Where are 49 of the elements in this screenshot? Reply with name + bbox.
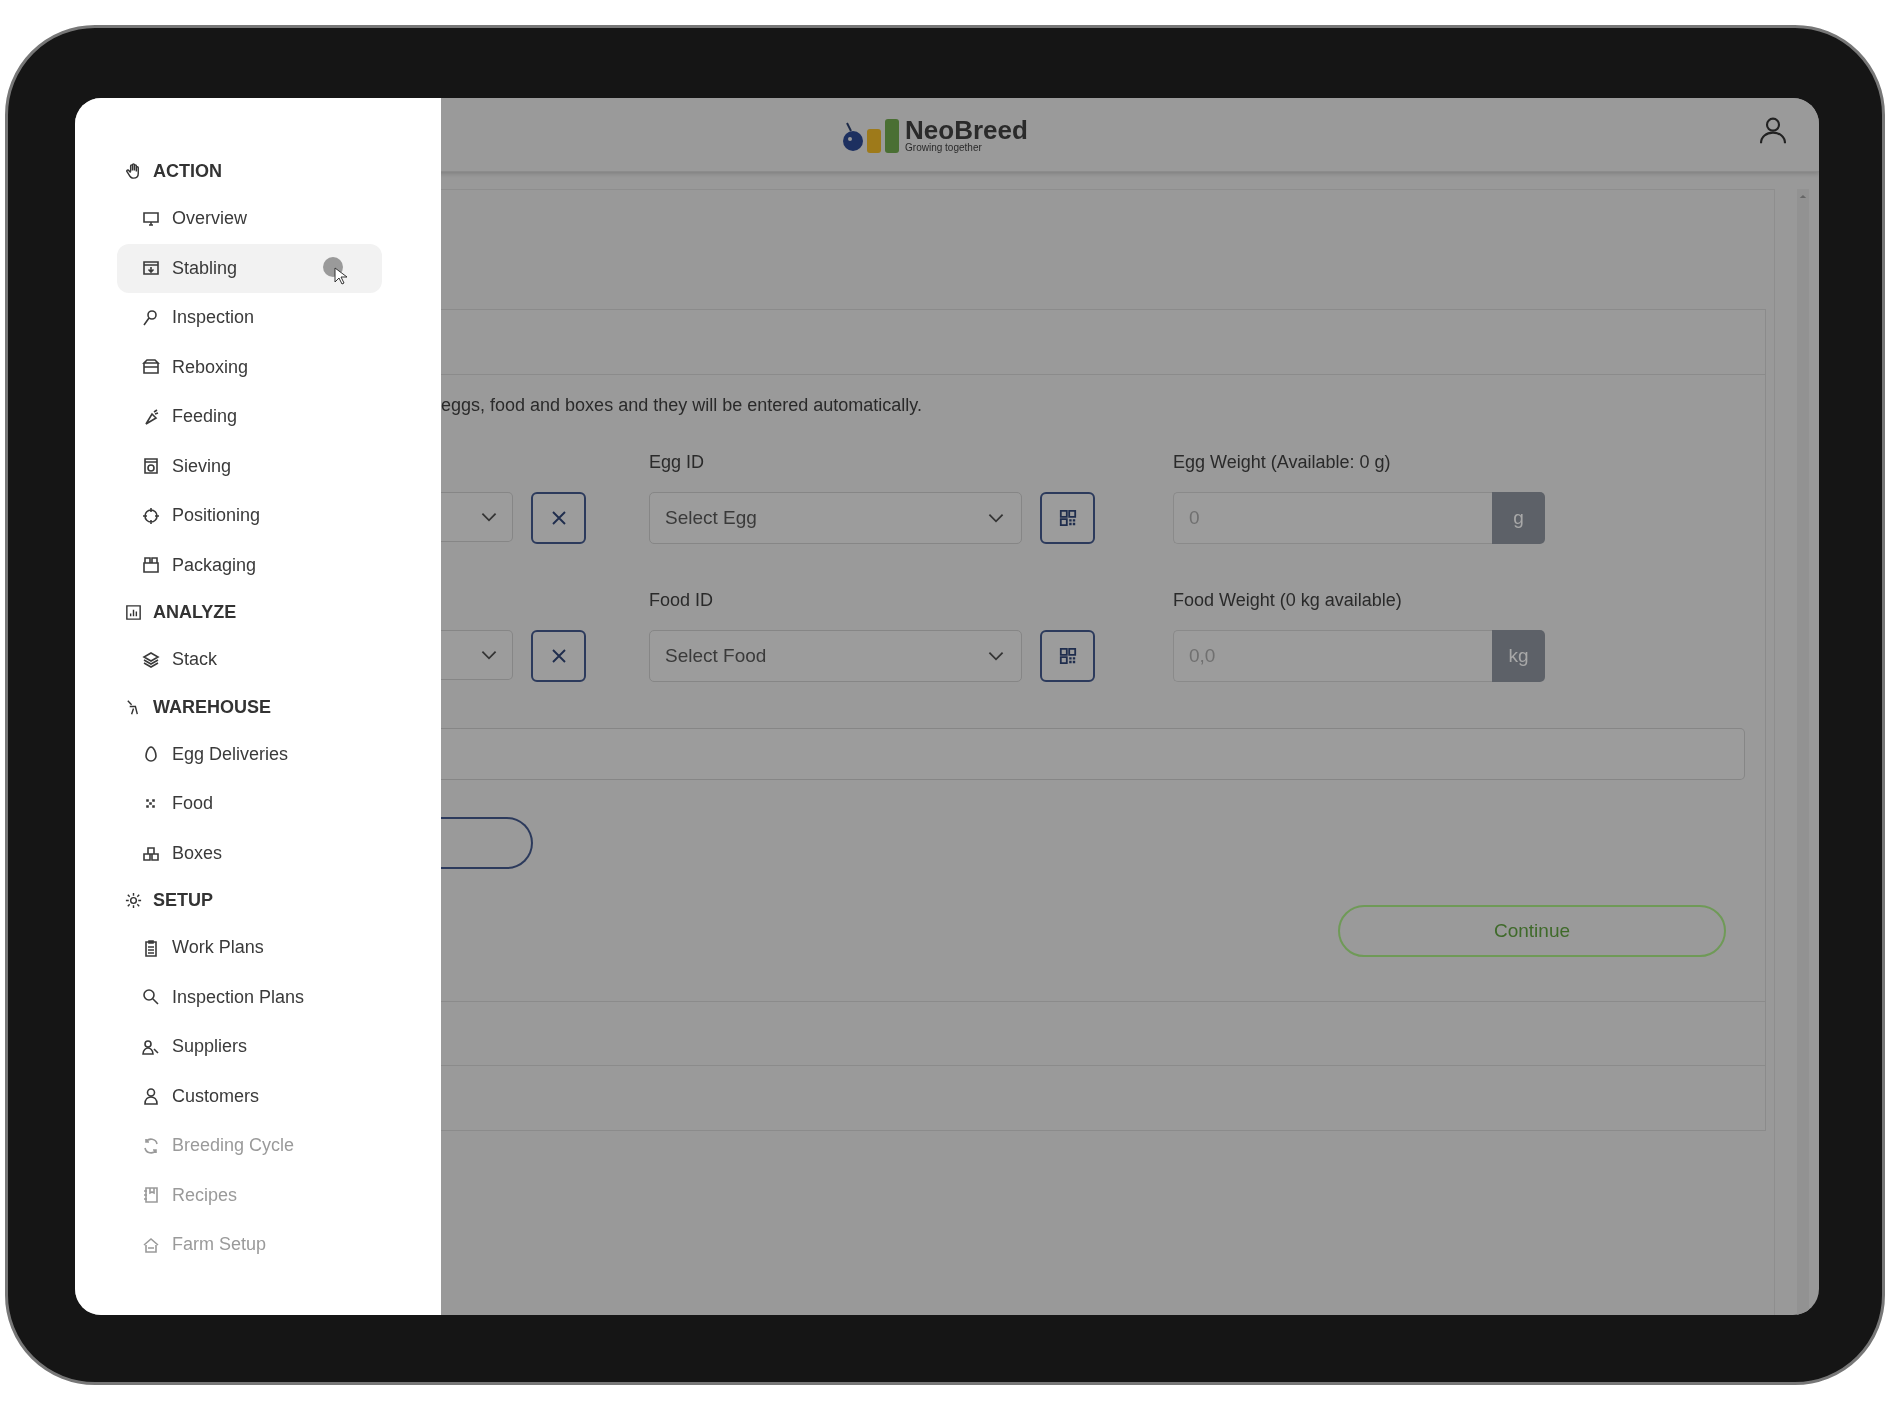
nav-item[interactable]: Feeding — [117, 392, 382, 442]
menu-item-icon — [141, 456, 161, 477]
nav-item[interactable]: Sieving — [117, 441, 382, 491]
nav-item[interactable]: Overview — [117, 194, 382, 244]
select-field[interactable] — [441, 492, 513, 542]
clear-button[interactable] — [531, 492, 586, 544]
qr-scan-button[interactable] — [1040, 630, 1095, 682]
brand-name: NeoBreed — [905, 116, 1028, 143]
nav-item[interactable]: Inspection Plans — [117, 972, 382, 1022]
nav-item[interactable]: Work Plans — [117, 923, 382, 973]
section-heading: ANALYZE — [153, 602, 237, 623]
select-field[interactable] — [441, 630, 513, 680]
nav-item[interactable]: Packaging — [117, 540, 382, 590]
menu-item-icon — [141, 505, 161, 526]
nav-item[interactable]: Stabling — [117, 243, 382, 293]
nav-item[interactable]: Positioning — [117, 491, 382, 541]
menu-item-icon — [141, 649, 161, 670]
qr-scan-button[interactable] — [1040, 492, 1095, 544]
scrollbar[interactable] — [1797, 189, 1809, 1315]
nav-item[interactable]: Reboxing — [117, 342, 382, 392]
nav-item[interactable]: Stack — [117, 635, 382, 685]
brand-tagline: Growing together — [905, 142, 983, 153]
menu-item-icon — [141, 555, 161, 576]
text-input[interactable] — [441, 728, 1745, 780]
nav-item[interactable]: Food — [117, 779, 382, 829]
menu-item-icon — [141, 1086, 161, 1107]
field-label: Egg ID — [649, 452, 706, 473]
select-field[interactable]: Select Egg — [649, 492, 1022, 544]
clear-button[interactable] — [531, 630, 586, 682]
section-heading: SETUP — [153, 890, 213, 911]
nav-item[interactable]: Inspection — [117, 293, 382, 343]
field-label: Egg Weight (Available: 0 g) — [1173, 452, 1392, 473]
instruction-text: eggs, food and boxes and they will be entered automatically. — [441, 395, 923, 416]
nav-item[interactable]: Suppliers — [117, 1022, 382, 1072]
select-field[interactable]: Select Food — [649, 630, 1022, 682]
nav-item[interactable]: Customers — [117, 1071, 382, 1121]
nav-item[interactable]: Boxes — [117, 828, 382, 878]
settings-icon — [124, 891, 143, 910]
chart-icon — [124, 603, 143, 622]
nav-item[interactable]: Egg Deliveries — [117, 729, 382, 779]
unit-label: kg — [1492, 630, 1545, 682]
field-label: Food ID — [649, 590, 715, 611]
field-label: Food Weight (0 kg available) — [1173, 590, 1403, 611]
menu-item-icon — [141, 1135, 161, 1156]
scroll-up-icon — [1799, 194, 1807, 199]
section-heading: ACTION — [153, 161, 222, 182]
menu-item-icon — [141, 1185, 161, 1206]
section-heading: WAREHOUSE — [153, 696, 271, 718]
unit-label: g — [1492, 492, 1545, 544]
